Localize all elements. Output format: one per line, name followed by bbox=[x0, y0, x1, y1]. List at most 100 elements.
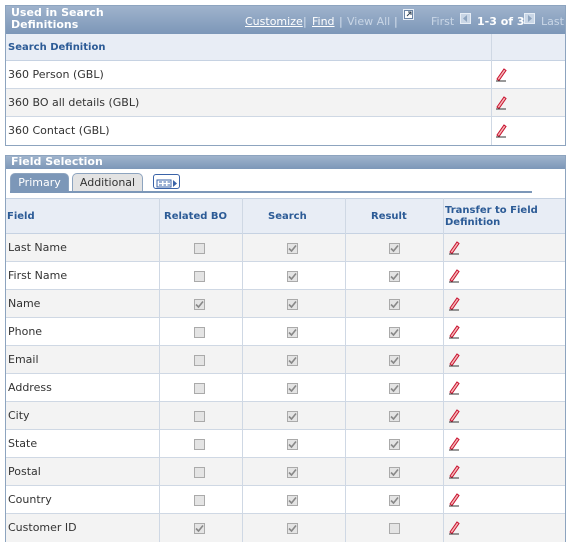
edit-pencil-icon[interactable] bbox=[494, 95, 508, 110]
search-checkbox[interactable] bbox=[287, 299, 298, 310]
field-row: Country bbox=[6, 486, 565, 514]
tab-additional[interactable]: Additional bbox=[72, 173, 143, 191]
related-bo-checkbox[interactable] bbox=[194, 327, 205, 338]
previous-arrow-icon[interactable] bbox=[460, 13, 471, 24]
next-arrow-icon[interactable] bbox=[524, 13, 535, 24]
column-divider bbox=[491, 34, 492, 145]
search-definition-name: 360 Person (GBL) bbox=[8, 68, 104, 81]
transfer-pencil-icon[interactable] bbox=[447, 408, 461, 423]
search-checkbox[interactable] bbox=[287, 271, 298, 282]
search-definition-row: 360 BO all details (GBL) bbox=[6, 89, 565, 117]
last-link[interactable]: Last bbox=[541, 16, 564, 28]
transfer-column-header-line1: Transfer to Field bbox=[445, 205, 538, 216]
field-header-row: Field Related BO Search Result Transfer … bbox=[6, 198, 565, 234]
search-checkbox[interactable] bbox=[287, 467, 298, 478]
result-checkbox[interactable] bbox=[389, 271, 400, 282]
field-selection-panel: Field Selection Primary Additional Field… bbox=[5, 155, 566, 542]
column-divider bbox=[443, 198, 444, 542]
related-bo-checkbox[interactable] bbox=[194, 439, 205, 450]
transfer-pencil-icon[interactable] bbox=[447, 492, 461, 507]
result-checkbox[interactable] bbox=[389, 523, 400, 534]
transfer-pencil-icon[interactable] bbox=[447, 324, 461, 339]
transfer-pencil-icon[interactable] bbox=[447, 268, 461, 283]
field-name: City bbox=[8, 409, 30, 422]
field-selection-title: Field Selection bbox=[11, 155, 103, 168]
field-row: Customer ID bbox=[6, 514, 565, 542]
search-checkbox[interactable] bbox=[287, 327, 298, 338]
nav-separator: | bbox=[394, 15, 398, 28]
edit-pencil-icon[interactable] bbox=[494, 123, 508, 138]
field-row: State bbox=[6, 430, 565, 458]
result-checkbox[interactable] bbox=[389, 411, 400, 422]
field-name: Email bbox=[8, 353, 39, 366]
column-divider bbox=[159, 198, 160, 542]
related-bo-checkbox[interactable] bbox=[194, 383, 205, 394]
find-link[interactable]: Find bbox=[312, 16, 335, 28]
transfer-pencil-icon[interactable] bbox=[447, 352, 461, 367]
field-name: Address bbox=[8, 381, 52, 394]
related-bo-checkbox[interactable] bbox=[194, 355, 205, 366]
related-bo-checkbox[interactable] bbox=[194, 299, 205, 310]
related-bo-checkbox[interactable] bbox=[194, 243, 205, 254]
field-row: City bbox=[6, 402, 565, 430]
field-name: Country bbox=[8, 493, 52, 506]
tab-primary[interactable]: Primary bbox=[10, 173, 69, 191]
search-checkbox[interactable] bbox=[287, 523, 298, 534]
search-checkbox[interactable] bbox=[287, 243, 298, 254]
field-name: Postal bbox=[8, 465, 41, 478]
transfer-pencil-icon[interactable] bbox=[447, 296, 461, 311]
result-checkbox[interactable] bbox=[389, 327, 400, 338]
related-bo-checkbox[interactable] bbox=[194, 467, 205, 478]
tab-underline bbox=[10, 191, 532, 193]
field-column-header: Field bbox=[7, 211, 35, 222]
result-checkbox[interactable] bbox=[389, 355, 400, 366]
result-checkbox[interactable] bbox=[389, 439, 400, 450]
search-checkbox[interactable] bbox=[287, 355, 298, 366]
search-definition-name: 360 BO all details (GBL) bbox=[8, 96, 140, 109]
search-definitions-panel: Used in Search Definitions Customize | F… bbox=[5, 5, 566, 146]
related-bo-checkbox[interactable] bbox=[194, 411, 205, 422]
search-checkbox[interactable] bbox=[287, 411, 298, 422]
result-checkbox[interactable] bbox=[389, 495, 400, 506]
field-name: Name bbox=[8, 297, 41, 310]
view-all-link[interactable]: View All bbox=[347, 16, 390, 28]
new-window-icon[interactable] bbox=[403, 9, 414, 20]
show-all-columns-icon[interactable] bbox=[153, 174, 180, 189]
search-definitions-title: Used in Search Definitions bbox=[11, 6, 104, 31]
result-checkbox[interactable] bbox=[389, 383, 400, 394]
first-link[interactable]: First bbox=[431, 16, 454, 28]
field-name: Phone bbox=[8, 325, 43, 338]
edit-pencil-icon[interactable] bbox=[494, 67, 508, 82]
column-divider bbox=[345, 198, 346, 542]
transfer-pencil-icon[interactable] bbox=[447, 380, 461, 395]
related-bo-checkbox[interactable] bbox=[194, 271, 205, 282]
transfer-column-header-line2: Definition bbox=[445, 217, 501, 228]
search-checkbox[interactable] bbox=[287, 439, 298, 450]
row-range: 1-3 of 3 bbox=[477, 15, 525, 28]
related-bo-checkbox[interactable] bbox=[194, 495, 205, 506]
field-name: First Name bbox=[8, 269, 68, 282]
transfer-pencil-icon[interactable] bbox=[447, 436, 461, 451]
search-definitions-header: Used in Search Definitions Customize | F… bbox=[6, 6, 565, 34]
customize-link[interactable]: Customize bbox=[245, 16, 303, 28]
transfer-pencil-icon[interactable] bbox=[447, 520, 461, 535]
search-definition-name: 360 Contact (GBL) bbox=[8, 124, 110, 137]
column-divider bbox=[242, 198, 243, 542]
transfer-pencil-icon[interactable] bbox=[447, 240, 461, 255]
search-checkbox[interactable] bbox=[287, 383, 298, 394]
field-name: State bbox=[8, 437, 38, 450]
related-bo-column-header: Related BO bbox=[164, 211, 227, 222]
field-selection-header: Field Selection bbox=[6, 156, 565, 169]
nav-separator: | bbox=[303, 15, 307, 28]
transfer-pencil-icon[interactable] bbox=[447, 464, 461, 479]
result-checkbox[interactable] bbox=[389, 299, 400, 310]
result-checkbox[interactable] bbox=[389, 243, 400, 254]
result-checkbox[interactable] bbox=[389, 467, 400, 478]
field-row: Phone bbox=[6, 318, 565, 346]
search-checkbox[interactable] bbox=[287, 495, 298, 506]
related-bo-checkbox[interactable] bbox=[194, 523, 205, 534]
search-definition-row: 360 Contact (GBL) bbox=[6, 117, 565, 145]
field-row: Postal bbox=[6, 458, 565, 486]
field-row: First Name bbox=[6, 262, 565, 290]
search-column-header: Search bbox=[268, 211, 307, 222]
